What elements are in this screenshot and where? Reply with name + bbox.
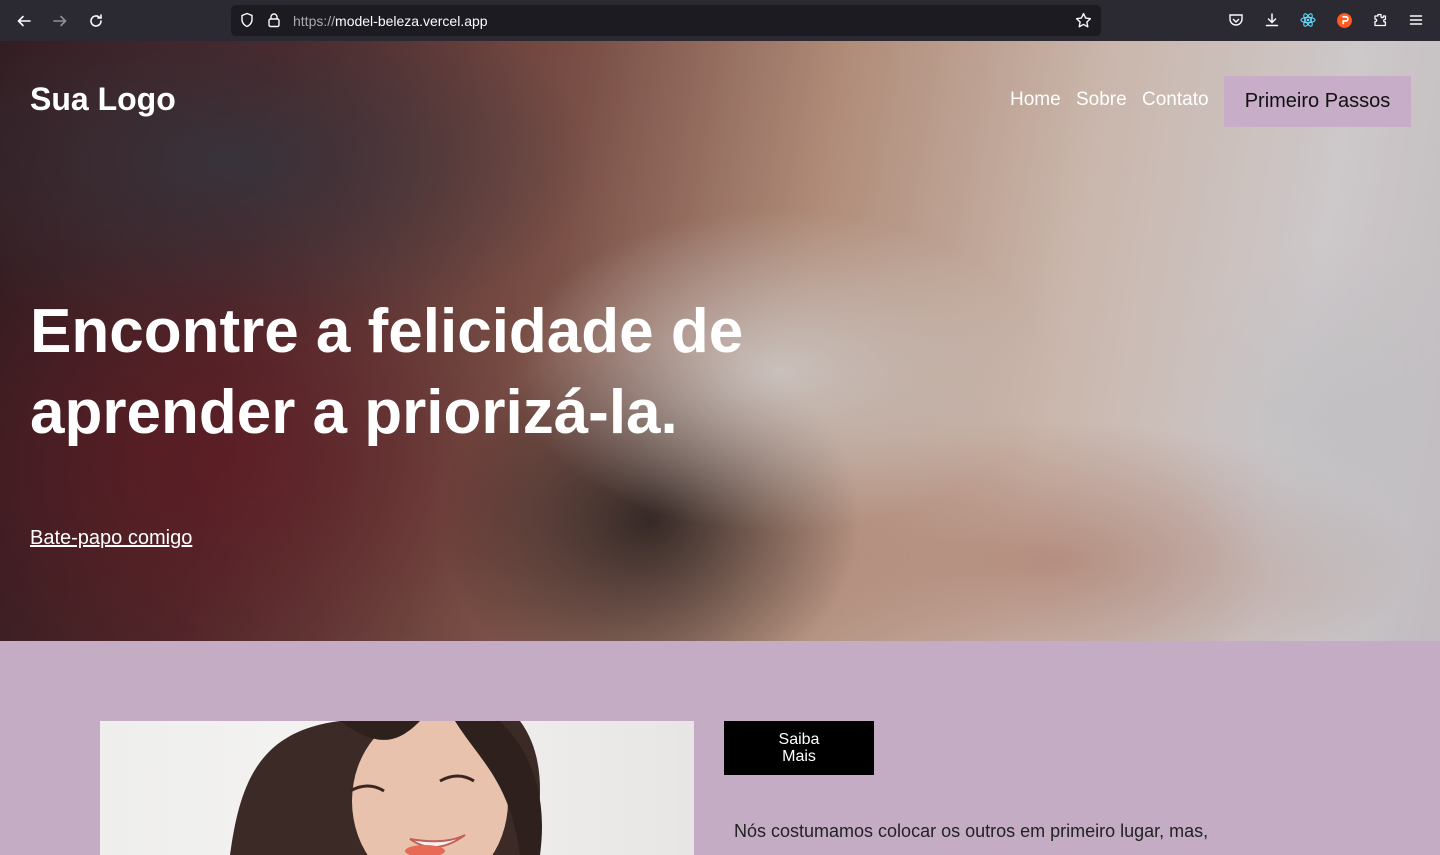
forward-icon[interactable]: [49, 10, 71, 32]
nav-contato[interactable]: Contato: [1142, 89, 1209, 111]
pocket-icon[interactable]: [1226, 10, 1246, 30]
url-bar[interactable]: https://model-beleza.vercel.app: [231, 5, 1101, 36]
browser-toolbar: https://model-beleza.vercel.app: [0, 0, 1440, 41]
hero-section: Sua Logo Home Sobre Contato Primeiro Pas…: [0, 41, 1440, 641]
reload-icon[interactable]: [85, 10, 107, 32]
hero-title: Encontre a felicidade de aprender a prio…: [30, 291, 830, 453]
back-icon[interactable]: [13, 10, 35, 32]
saiba-mais-line-2: Mais: [782, 748, 816, 765]
woman-portrait-image: [230, 721, 542, 855]
lock-icon[interactable]: [266, 12, 282, 33]
brave-extension-icon[interactable]: [1334, 10, 1354, 30]
hero-title-line-1: Encontre a felicidade de: [30, 297, 744, 366]
url-text[interactable]: https://model-beleza.vercel.app: [293, 13, 488, 29]
primeiro-passos-button[interactable]: Primeiro Passos: [1224, 76, 1411, 127]
shield-icon[interactable]: [239, 12, 255, 33]
extensions-icon[interactable]: [1370, 10, 1390, 30]
site-logo[interactable]: Sua Logo: [30, 81, 176, 118]
nav-home[interactable]: Home: [1010, 89, 1061, 111]
url-host: model-beleza.vercel.app: [335, 13, 488, 29]
react-devtools-icon[interactable]: [1298, 10, 1318, 30]
hero-title-line-2: aprender a priorizá-la.: [30, 378, 678, 447]
about-text: Nós costumamos colocar os outros em prim…: [734, 821, 1209, 841]
url-protocol: https://: [293, 13, 336, 29]
saiba-mais-button[interactable]: Saiba Mais: [724, 721, 874, 775]
about-photo: [100, 721, 694, 855]
saiba-mais-line-1: Saiba: [778, 731, 820, 748]
nav-sobre[interactable]: Sobre: [1076, 89, 1127, 111]
download-icon[interactable]: [1262, 10, 1282, 30]
bookmark-star-icon[interactable]: [1075, 12, 1092, 34]
menu-icon[interactable]: [1406, 10, 1426, 30]
chat-link[interactable]: Bate-papo comigo: [30, 527, 192, 550]
